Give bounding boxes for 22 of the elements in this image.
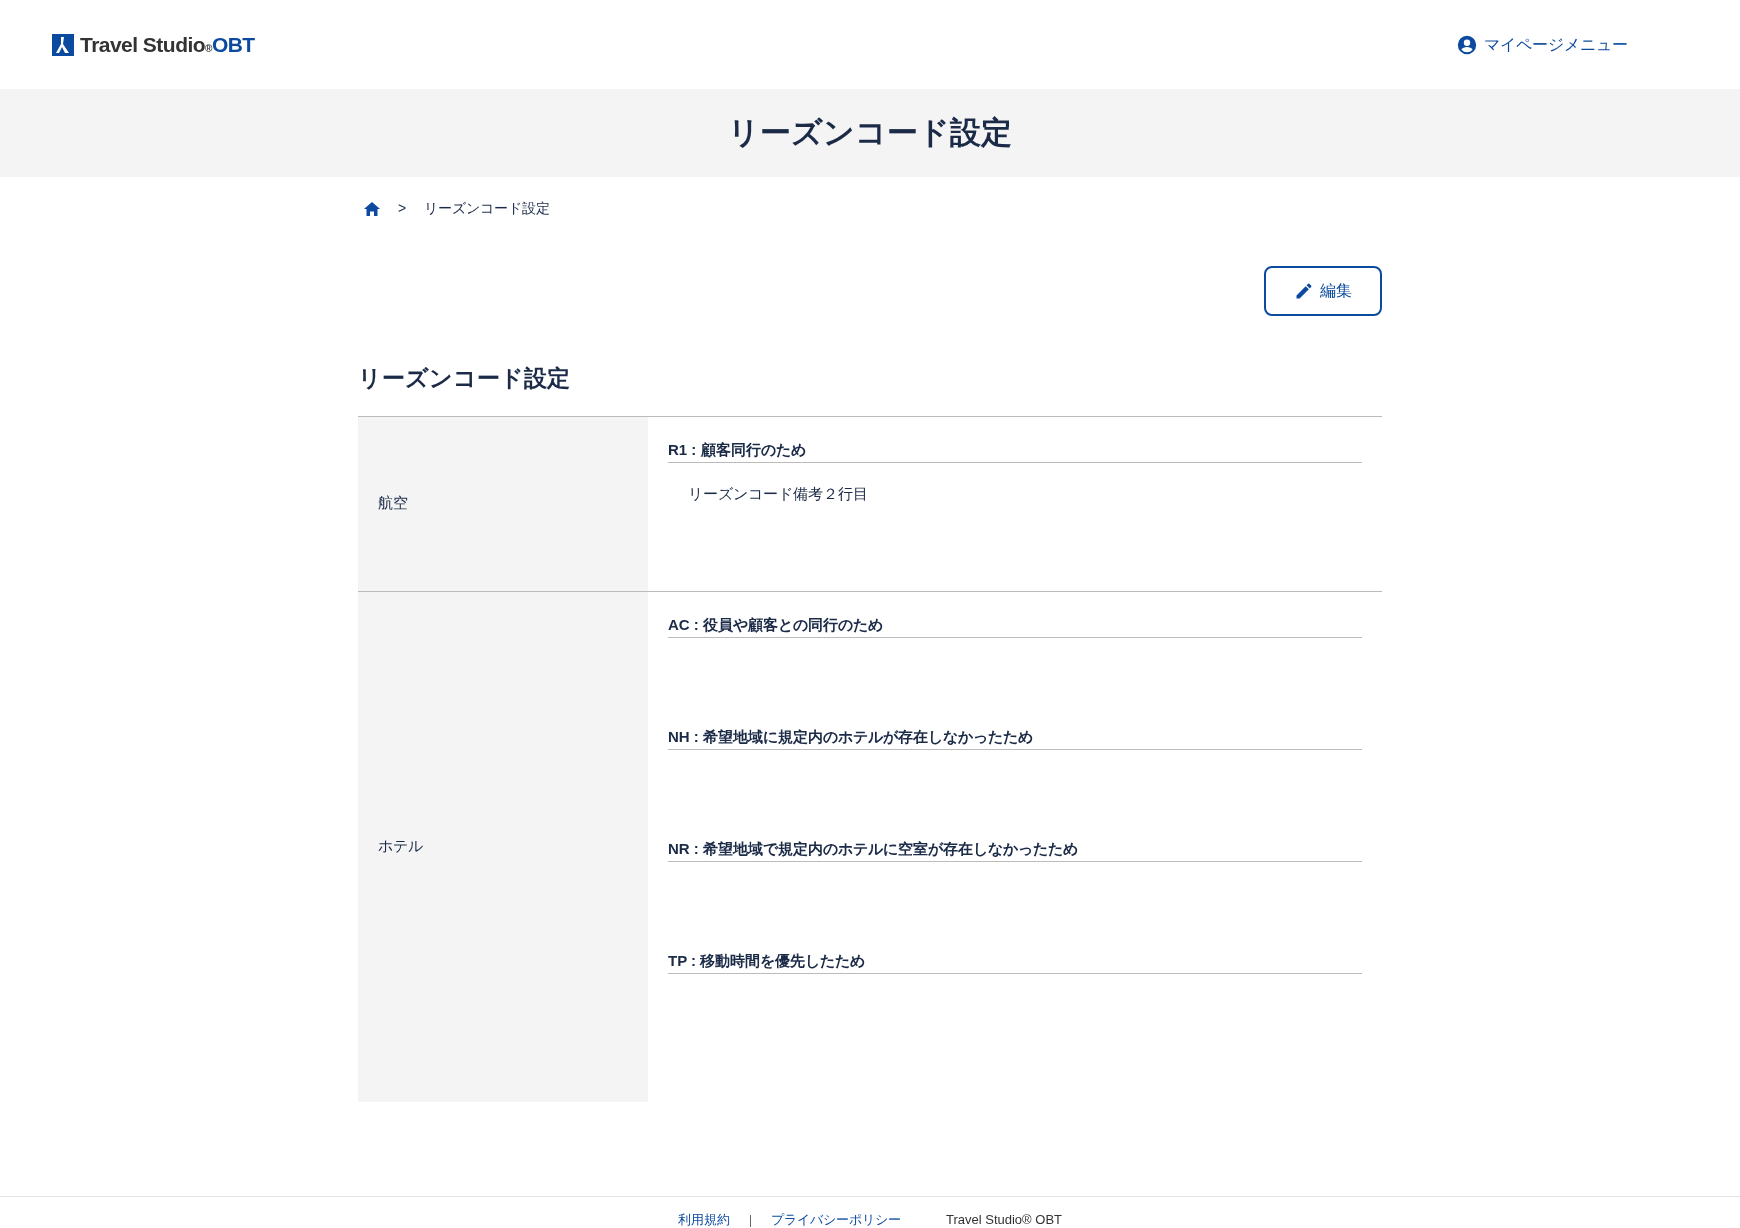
user-icon (1456, 33, 1478, 56)
reason-code-label: NR : 希望地域で規定内のホテルに空室が存在しなかったため (668, 837, 1362, 862)
footer-link[interactable]: プライバシーポリシー (771, 1212, 901, 1227)
breadcrumb-current: リーズンコード設定 (424, 199, 551, 218)
reason-code-label: NH : 希望地域に規定内のホテルが存在しなかったため (668, 725, 1362, 750)
reason-code-note: リーズンコード備考２行目 (687, 484, 869, 504)
reason-code-label: TP : 移動時間を優先したため (668, 949, 1362, 974)
edit-button[interactable]: 編集 (1264, 266, 1382, 316)
copyright: Travel Studio® OBT (946, 1212, 1062, 1227)
logo[interactable]: Travel Studio®OBT (52, 28, 255, 61)
footer-link[interactable]: 利用規約 (678, 1212, 730, 1227)
mypage-menu-link[interactable]: マイページメニュー (1456, 32, 1628, 57)
pencil-icon (1294, 281, 1314, 301)
section-title: リーズンコード設定 (358, 364, 571, 393)
page-title: リーズンコード設定 (728, 113, 1012, 152)
home-icon[interactable] (364, 201, 380, 216)
breadcrumb-separator: > (398, 199, 407, 218)
reason-code-label: AC : 役員や顧客との同行のため (668, 613, 1362, 638)
logo-icon (52, 33, 74, 56)
category-cell: ホテル (358, 591, 648, 1102)
category-cell: 航空 (358, 416, 648, 591)
reason-code-label: R1 : 顧客同行のため (668, 438, 1362, 463)
